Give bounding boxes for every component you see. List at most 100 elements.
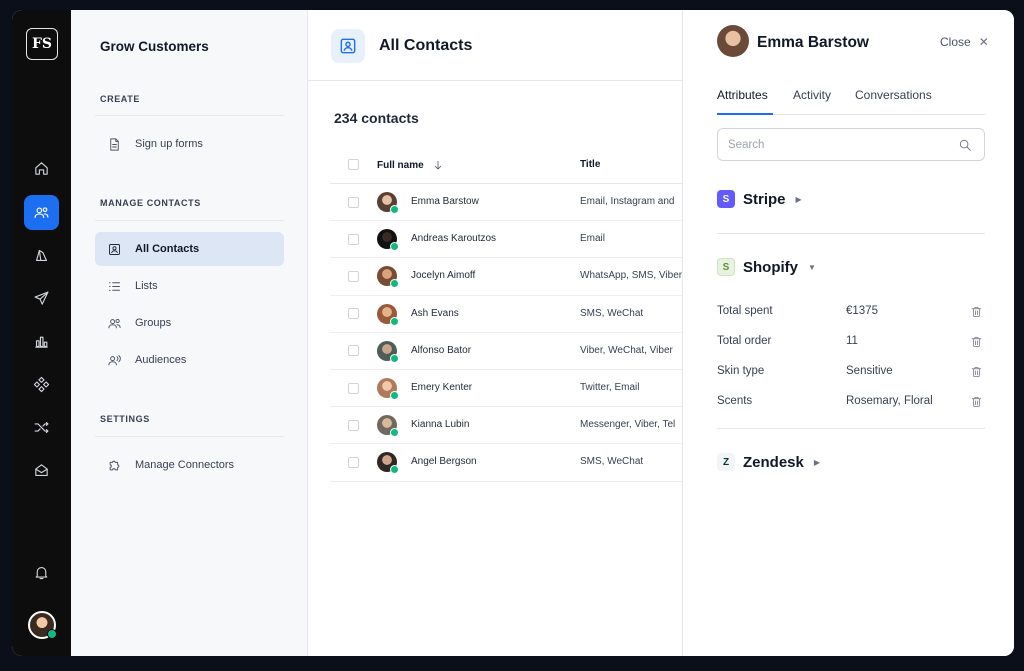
app-window: FS Grow Customers CREATE Sign up forms M… [12, 10, 1014, 656]
divider [717, 428, 985, 429]
shopify-section-toggle[interactable]: S Shopify ▼ [717, 258, 816, 276]
section-label: Stripe [743, 190, 786, 208]
nav-item-lists[interactable]: Lists [95, 269, 284, 303]
integrations-icon[interactable] [24, 367, 59, 402]
caret-right-icon: ▶ [813, 457, 821, 467]
brand-logo[interactable]: FS [26, 28, 58, 60]
row-checkbox[interactable] [348, 456, 359, 468]
attribute-key: Total spent [717, 305, 773, 317]
stripe-logo-icon: S [717, 190, 735, 208]
nav-item-audiences[interactable]: Audiences [95, 343, 284, 377]
contact-channels: Messenger, Viber, Tel [580, 419, 676, 431]
audience-icon [108, 354, 121, 365]
avatar [377, 340, 399, 363]
users-icon [108, 318, 121, 328]
tab-activity[interactable]: Activity [793, 88, 831, 115]
avatar [377, 266, 399, 289]
contact-channels: WhatsApp, SMS, Viber [580, 270, 683, 282]
nav-item-groups[interactable]: Groups [95, 306, 284, 340]
tab-attributes[interactable]: Attributes [717, 88, 773, 115]
section-create: CREATE [100, 94, 140, 104]
column-full-name[interactable]: Full name [377, 159, 444, 171]
row-checkbox[interactable] [348, 233, 359, 245]
nav-title: Grow Customers [100, 39, 209, 54]
analytics-icon[interactable] [24, 324, 59, 359]
row-checkbox[interactable] [348, 419, 359, 431]
search-icon[interactable] [958, 138, 972, 152]
trash-icon[interactable] [970, 395, 983, 409]
attribute-row: Total order 11 [717, 332, 985, 352]
close-button[interactable]: Close ✕ [940, 35, 989, 49]
nav-item-all-contacts[interactable]: All Contacts [95, 232, 284, 266]
home-icon[interactable] [24, 151, 59, 186]
nav-item-label: Manage Connectors [135, 459, 235, 471]
trash-icon[interactable] [970, 365, 983, 379]
contact-name: Emery Kenter [411, 382, 473, 394]
table-row[interactable]: Ash Evans SMS, WeChat [330, 296, 690, 333]
attribute-value: Sensitive [846, 365, 893, 377]
contact-name: Alfonso Bator [411, 344, 472, 356]
row-checkbox[interactable] [348, 345, 359, 357]
contacts-icon[interactable] [24, 195, 59, 230]
contacts-count: 234 contacts [334, 110, 419, 126]
icon-rail: FS [12, 10, 71, 656]
nav-item-label: All Contacts [135, 243, 200, 255]
puzzle-icon [109, 460, 120, 470]
table-row[interactable]: Andreas Karoutzos Email [330, 221, 690, 259]
trash-icon[interactable] [970, 305, 983, 319]
table-row[interactable]: Alfonso Bator Viber, WeChat, Viber [330, 333, 690, 370]
contact-channels: Email [580, 233, 606, 245]
attribute-key: Skin type [717, 365, 765, 377]
catalog-icon[interactable] [24, 238, 59, 273]
search-input[interactable] [718, 129, 984, 160]
attribute-value: 11 [846, 335, 858, 347]
page-header: All Contacts [308, 10, 684, 81]
row-checkbox[interactable] [348, 270, 359, 282]
shopify-logo-icon: S [717, 258, 735, 276]
trash-icon[interactable] [970, 335, 983, 349]
nav-item-manage-connectors[interactable]: Manage Connectors [95, 448, 284, 482]
divider [717, 233, 985, 234]
caret-down-icon: ▼ [808, 262, 816, 272]
inbox-icon[interactable] [24, 453, 59, 488]
table-row[interactable]: Kianna Lubin Messenger, Viber, Tel [330, 407, 690, 445]
attribute-key: Total order [717, 335, 772, 347]
avatar [377, 378, 399, 401]
table-row[interactable]: Angel Bergson SMS, WeChat [330, 444, 690, 482]
contact-channels: Email, Instagram and [580, 196, 675, 208]
table-row[interactable]: Jocelyn Aimoff WhatsApp, SMS, Viber [330, 258, 690, 296]
sort-arrow-down-icon[interactable] [432, 159, 444, 171]
attribute-value: €1375 [846, 305, 878, 317]
row-checkbox[interactable] [348, 382, 359, 394]
divider [95, 436, 284, 437]
contact-channels: Twitter, Email [580, 382, 640, 394]
row-checkbox[interactable] [348, 196, 359, 208]
contact-detail-panel: Emma Barstow Close ✕ Attributes Activity… [682, 10, 1014, 656]
contact-channels: Viber, WeChat, Viber [580, 344, 673, 356]
attribute-row: Total spent €1375 [717, 302, 985, 322]
row-checkbox[interactable] [348, 308, 359, 320]
nav-item-label: Groups [135, 317, 172, 329]
bell-icon[interactable] [24, 555, 59, 590]
document-icon [110, 137, 119, 151]
avatar [377, 452, 399, 475]
page-title: All Contacts [379, 37, 473, 54]
contact-name: Emma Barstow [411, 196, 479, 208]
table-row[interactable]: Emery Kenter Twitter, Email [330, 370, 690, 408]
table-row[interactable]: Emma Barstow Email, Instagram and [330, 184, 690, 222]
attribute-value: Rosemary, Floral [846, 395, 933, 407]
send-icon[interactable] [24, 281, 59, 316]
flows-icon[interactable] [24, 410, 59, 445]
zendesk-section-toggle[interactable]: Z Zendesk ▶ [717, 453, 820, 471]
column-title[interactable]: Title [580, 159, 600, 170]
tab-conversations[interactable]: Conversations [855, 88, 932, 115]
contact-card-icon [109, 243, 120, 255]
user-avatar[interactable] [28, 611, 57, 639]
caret-right-icon: ▶ [795, 194, 802, 204]
list-icon [109, 281, 120, 291]
stripe-section-toggle[interactable]: S Stripe ▶ [717, 190, 802, 208]
select-all-checkbox[interactable] [348, 159, 359, 170]
nav-item-signup-forms[interactable]: Sign up forms [95, 127, 284, 161]
zendesk-logo-icon: Z [717, 453, 735, 471]
close-icon: ✕ [978, 35, 989, 49]
